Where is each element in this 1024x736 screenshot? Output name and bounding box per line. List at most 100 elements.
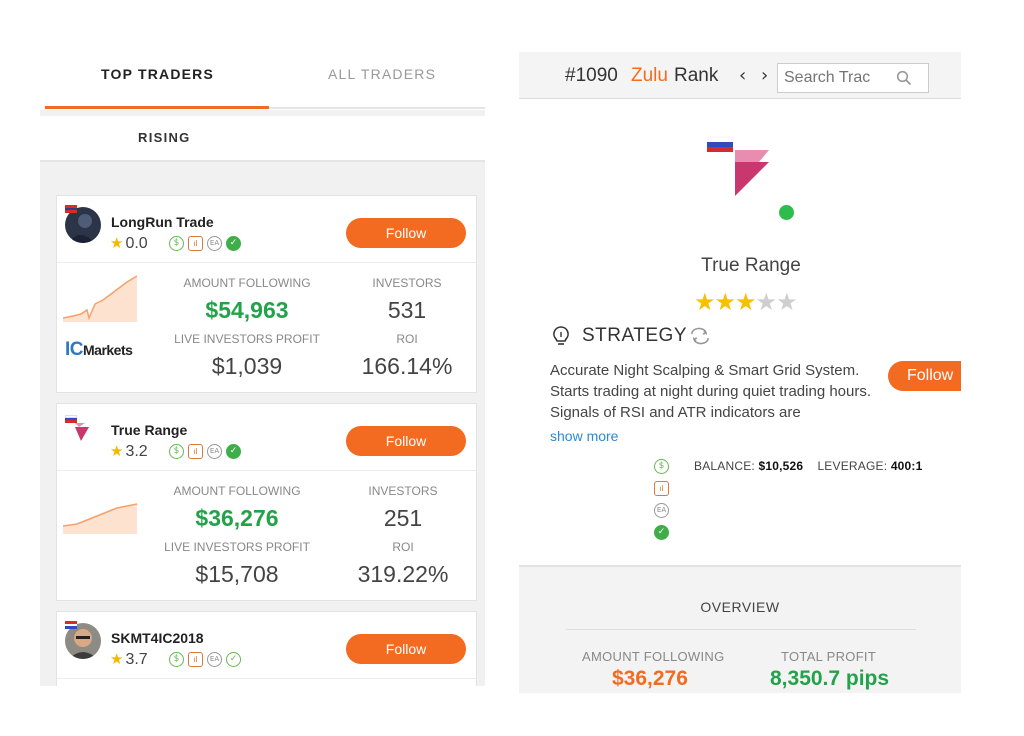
swap-icon[interactable] [689, 327, 711, 345]
balance-value: $10,526 [758, 459, 804, 473]
trader-name[interactable]: LongRun Trade [111, 214, 214, 230]
verified-icon: ✓ [226, 444, 241, 459]
roi-value: 319.22% [357, 561, 449, 587]
flag-icon [65, 621, 77, 629]
badge-row: $ ıl EA ✓ [169, 444, 241, 459]
trader-card[interactable]: True Range ★ 3.2 $ ıl EA ✓ Follow AMOUNT … [56, 403, 477, 601]
verified-icon: ✓ [654, 525, 669, 540]
balance-label: BALANCE: [694, 459, 755, 473]
active-tab-indicator [45, 106, 269, 109]
live-investors-profit-label: LIVE INVESTORS PROFIT [174, 332, 320, 346]
follow-button[interactable]: Follow [888, 361, 961, 391]
rank-toolbar: #1090 Zulu Rank ‹ › [519, 52, 961, 99]
overview-section: OVERVIEW AMOUNT FOLLOWING $36,276 TOTAL … [519, 565, 961, 693]
amount-following-value: $36,276 [612, 667, 688, 690]
badge-row: $ ıl EA ✓ [169, 652, 241, 667]
amount-following-value: $36,276 [195, 505, 279, 531]
dollar-icon: $ [169, 236, 184, 251]
rating-value: 3.7 [125, 651, 148, 668]
trader-rating: ★ 3.7 [110, 650, 148, 669]
trader-card[interactable]: SKMT4IC2018 ★ 3.7 $ ıl EA ✓ Follow [56, 611, 477, 686]
star-icon: ★ [110, 235, 124, 252]
investors-value: 531 [387, 297, 427, 323]
dollar-icon: $ [654, 459, 669, 474]
search-input[interactable] [784, 68, 894, 88]
online-status-icon [779, 205, 794, 220]
amount-following-value: $54,963 [205, 297, 289, 323]
trader-card-header: LongRun Trade ★ 0.0 $ ıl EA ✓ Follow [57, 196, 476, 263]
star-empty-icon: ★ [755, 289, 777, 316]
tab-top-traders[interactable]: TOP TRADERS [101, 66, 214, 82]
show-more-link[interactable]: show more [550, 428, 618, 444]
trader-rating: ★ 0.0 [110, 234, 148, 253]
subheader-title: RISING [138, 130, 191, 145]
star-empty-icon: ★ [776, 289, 797, 316]
roi-label: ROI [396, 332, 418, 346]
amount-following-label: AMOUNT FOLLOWING [183, 276, 311, 290]
search-icon[interactable] [896, 70, 912, 86]
leverage-label: LEVERAGE: [817, 459, 888, 473]
broker-logo: ICMarkets [65, 339, 133, 361]
follow-button[interactable]: Follow [346, 426, 466, 456]
star-filled-icon: ★ [714, 289, 736, 316]
total-profit-label: TOTAL PROFIT [781, 649, 877, 664]
divider [566, 629, 916, 630]
chart-icon: ıl [188, 444, 203, 459]
star-icon: ★ [110, 651, 124, 668]
rating-value: 3.2 [125, 443, 148, 460]
investors-value: 251 [383, 505, 423, 531]
roi-label: ROI [392, 540, 414, 554]
trader-profile-panel: #1090 Zulu Rank ‹ › True Range ★★★★★ [519, 52, 961, 693]
trader-list-panel: TOP TRADERS ALL TRADERS RISING LongRun T… [40, 50, 485, 686]
strategy-title: STRATEGY [582, 325, 687, 346]
chart-icon: ıl [188, 652, 203, 667]
amount-following-label: AMOUNT FOLLOWING [173, 484, 301, 498]
trader-name[interactable]: SKMT4IC2018 [111, 630, 204, 646]
chart-icon: ıl [188, 236, 203, 251]
rising-subheader: RISING [40, 116, 485, 162]
trader-rating: ★ 3.2 [110, 442, 148, 461]
follow-button[interactable]: Follow [346, 634, 466, 664]
tab-bar: TOP TRADERS ALL TRADERS [40, 50, 485, 110]
ea-icon: EA [207, 444, 222, 459]
verified-icon: ✓ [226, 236, 241, 251]
rank-number: #1090 [565, 65, 618, 86]
follow-button[interactable]: Follow [346, 218, 466, 248]
rank-word: Rank [674, 65, 719, 86]
broker-logo-suffix: Markets [83, 342, 133, 358]
amount-following-label: AMOUNT FOLLOWING [582, 649, 725, 664]
chevron-right-icon[interactable]: › [761, 65, 768, 86]
ea-icon: EA [654, 503, 669, 518]
chart-icon: ıl [654, 481, 669, 496]
trader-card-header: SKMT4IC2018 ★ 3.7 $ ıl EA ✓ Follow [57, 612, 476, 679]
live-investors-profit-value: $15,708 [195, 561, 279, 587]
trader-name[interactable]: True Range [111, 422, 187, 438]
leverage-value: 400:1 [890, 459, 923, 473]
trader-card[interactable]: LongRun Trade ★ 0.0 $ ıl EA ✓ Follow ICMa… [56, 195, 477, 393]
trader-card-header: True Range ★ 3.2 $ ıl EA ✓ Follow [57, 404, 476, 471]
ea-icon: EA [207, 236, 222, 251]
star-filled-icon: ★ [735, 289, 756, 316]
rank-brand: Zulu [631, 65, 668, 86]
live-investors-profit-value: $1,039 [211, 353, 283, 379]
performance-sparkline [63, 275, 137, 322]
dollar-icon: $ [169, 652, 184, 667]
performance-sparkline [63, 503, 137, 534]
trader-logo [706, 134, 787, 214]
chevron-left-icon[interactable]: ‹ [739, 65, 746, 86]
broker-logo-prefix: IC [65, 339, 84, 360]
dollar-icon: $ [169, 444, 184, 459]
strategy-description: Accurate Night Scalping & Smart Grid Sys… [550, 362, 872, 421]
roi-value: 166.14% [361, 353, 453, 379]
trader-search[interactable] [777, 63, 929, 93]
balance-leverage: BALANCE: $10,526 LEVERAGE: 400:1 [694, 459, 923, 473]
lightbulb-icon [553, 326, 569, 345]
tab-all-traders[interactable]: ALL TRADERS [328, 66, 436, 82]
profile-name: True Range [701, 255, 801, 276]
tab-divider [269, 107, 485, 109]
verified-outline-icon: ✓ [226, 652, 241, 667]
badge-row: $ ıl EA ✓ [169, 236, 241, 251]
overview-title: OVERVIEW [700, 599, 780, 615]
flag-russia-icon [65, 415, 77, 423]
flag-thailand-icon [65, 205, 77, 213]
